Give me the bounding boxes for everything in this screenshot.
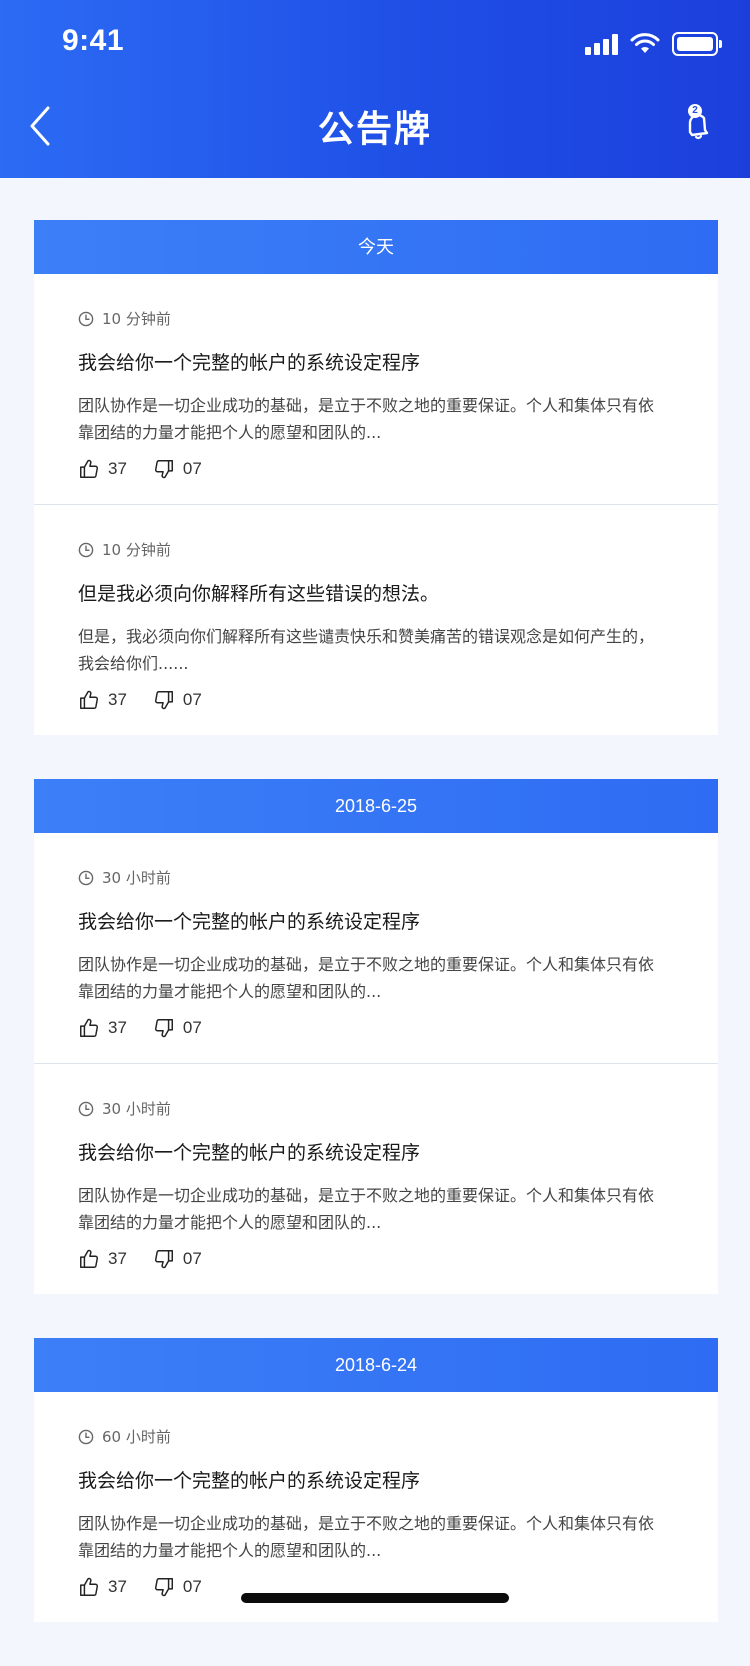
notice-meta: 10 分钟前 [78,308,171,329]
clock-icon [78,1101,94,1116]
status-icons [585,32,722,56]
clock-icon [78,870,94,885]
notice-time: 30 小时前 [102,1100,171,1118]
date-header: 2018-6-24 [34,1338,718,1392]
dislike-button[interactable]: 07 [153,1017,202,1039]
thumbs-down-icon [154,1019,173,1038]
notice-time: 30 小时前 [102,869,171,887]
notice-item[interactable]: 30 小时前我会给你一个完整的帐户的系统设定程序团队协作是一切企业成功的基础，是… [34,833,718,1063]
thumbs-down-icon [154,1250,173,1269]
like-count: 37 [108,459,127,478]
notice-title[interactable]: 我会给你一个完整的帐户的系统设定程序 [78,1466,674,1493]
thumbs-up-icon [80,1249,99,1268]
like-count: 37 [108,1018,127,1037]
notice-actions: 37 07 [78,689,202,711]
signal-icon [585,33,618,55]
notice-title[interactable]: 我会给你一个完整的帐户的系统设定程序 [78,1138,674,1165]
notice-time: 60 小时前 [102,1428,171,1446]
notice-item[interactable]: 30 小时前我会给你一个完整的帐户的系统设定程序团队协作是一切企业成功的基础，是… [34,1063,718,1294]
like-button[interactable]: 37 [78,1248,127,1270]
notice-card: 10 分钟前 我会给你一个完整的帐户的系统设定程序 团队协作是一切企业成功的基础，是… [34,274,718,735]
notice-body: 但是，我必须向你们解释所有这些谴责快乐和赞美痛苦的错误观念是如何产生的，我会给你… [78,627,655,673]
notice-board: 今天 10 分钟前 我会给你一个完整的帐户的系统设定程序 团队协作是一切企业成功的基础… [34,220,718,1666]
notice-body: 团队协作是一切企业成功的基础，是立于不败之地的重要保证。个人和集体只有依靠团结的… [78,396,655,442]
notice-body: 团队协作是一切企业成功的基础，是立于不败之地的重要保证。个人和集体只有依靠团结的… [78,1186,655,1232]
like-count: 37 [108,690,127,709]
thumbs-up-icon [80,1018,99,1037]
like-button[interactable]: 37 [78,458,127,480]
notice-body: 团队协作是一切企业成功的基础，是立于不败之地的重要保证。个人和集体只有依靠团结的… [78,1514,655,1560]
dislike-count: 07 [182,690,202,709]
notice-title[interactable]: 我会给你一个完整的帐户的系统设定程序 [78,907,674,934]
notice-item[interactable]: 10 分钟前但是我必须向你解释所有这些错误的想法。但是，我必须向你们解释所有这些… [34,504,718,735]
date-header: 2018-6-25 [34,779,718,833]
wifi-icon [630,33,660,53]
date-section: 2018-6-25 30 小时前 我会给你一个完整的帐户的系统设定程序 团队协作是一切… [34,779,718,1294]
notice-actions: 37 07 [78,1017,202,1039]
dislike-count: 07 [182,1018,202,1037]
notice-time: 10 分钟前 [102,541,171,559]
notice-meta: 60 小时前 [78,1426,171,1447]
date-header: 今天 [34,220,718,274]
clock-icon [78,311,94,326]
date-section: 2018-6-24 60 小时前 我会给你一个完整的帐户的系统设定程序 团队协作是一切… [34,1338,718,1622]
home-indicator [241,1593,509,1603]
notice-actions: 37 07 [78,1576,202,1598]
like-button[interactable]: 37 [78,1017,127,1039]
thumbs-down-icon [154,460,173,479]
like-button[interactable]: 37 [78,1576,127,1598]
notice-body: 团队协作是一切企业成功的基础，是立于不败之地的重要保证。个人和集体只有依靠团结的… [78,955,655,1001]
like-count: 37 [108,1249,127,1268]
clock-icon [78,542,94,557]
app-header: 9:41 公告牌 2 [0,0,750,178]
notice-item[interactable]: 60 小时前我会给你一个完整的帐户的系统设定程序团队协作是一切企业成功的基础，是… [34,1392,718,1622]
battery-icon [672,32,722,56]
dislike-button[interactable]: 07 [153,1248,202,1270]
dislike-count: 07 [182,459,202,478]
dislike-button[interactable]: 07 [153,689,202,711]
dislike-count: 07 [182,1249,202,1268]
thumbs-down-icon [154,691,173,710]
notice-card: 30 小时前 我会给你一个完整的帐户的系统设定程序 团队协作是一切企业成功的基础，是… [34,833,718,1294]
clock-icon [78,1429,94,1444]
notice-title[interactable]: 但是我必须向你解释所有这些错误的想法。 [78,579,674,606]
like-button[interactable]: 37 [78,689,127,711]
notice-item[interactable]: 10 分钟前我会给你一个完整的帐户的系统设定程序团队协作是一切企业成功的基础，是… [34,274,718,504]
thumbs-up-icon [80,690,99,709]
notice-meta: 30 小时前 [78,1098,171,1119]
notice-actions: 37 07 [78,458,202,480]
thumbs-down-icon [154,1578,173,1597]
thumbs-up-icon [80,1577,99,1596]
notice-actions: 37 07 [78,1248,202,1270]
notice-time: 10 分钟前 [102,310,171,328]
notification-badge: 2 [688,104,702,118]
notification-button[interactable]: 2 [678,102,718,142]
like-count: 37 [108,1577,127,1596]
thumbs-up-icon [80,459,99,478]
dislike-button[interactable]: 07 [153,458,202,480]
dislike-count: 07 [182,1577,202,1596]
date-section: 今天 10 分钟前 我会给你一个完整的帐户的系统设定程序 团队协作是一切企业成功的基础… [34,220,718,735]
status-time: 9:41 [62,24,125,57]
notice-card: 60 小时前我会给你一个完整的帐户的系统设定程序团队协作是一切企业成功的基础，是… [34,1392,718,1622]
dislike-button[interactable]: 07 [153,1576,202,1598]
notice-meta: 30 小时前 [78,867,171,888]
notice-meta: 10 分钟前 [78,539,171,560]
notice-title[interactable]: 我会给你一个完整的帐户的系统设定程序 [78,348,674,375]
page-title: 公告牌 [317,109,432,150]
